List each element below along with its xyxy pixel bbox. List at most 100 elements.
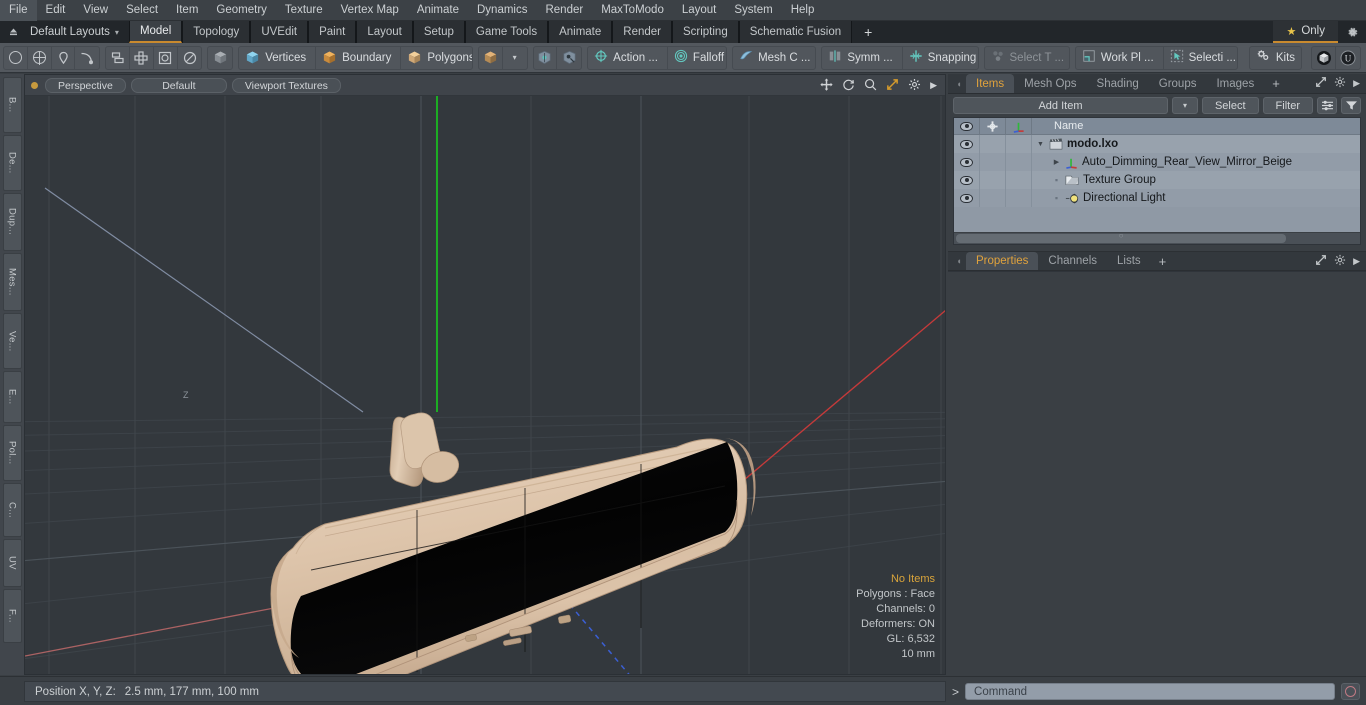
chevron-right-icon[interactable]: ▶ [1353, 78, 1360, 89]
filter-button[interactable]: Filter [1262, 97, 1313, 114]
viewport-canvas[interactable]: Y X Z Z [25, 96, 945, 674]
layout-gear-icon[interactable] [1338, 21, 1366, 43]
menu-item-texture[interactable]: Texture [276, 0, 332, 21]
row-visibility-eye-icon[interactable] [954, 135, 980, 153]
panel-menu-dot-icon[interactable]: ◖ [952, 74, 966, 93]
unreal-engine-icon[interactable]: U [1336, 47, 1360, 69]
panel-tab-images[interactable]: Images [1206, 74, 1264, 93]
items-tree-hscrollbar[interactable] [954, 232, 1360, 244]
layout-tab-topology[interactable]: Topology [182, 21, 251, 43]
command-input[interactable]: Command [965, 683, 1335, 700]
row-lock-cell[interactable] [980, 153, 1006, 171]
pan-icon[interactable] [820, 77, 833, 93]
row-lock-cell[interactable] [980, 135, 1006, 153]
stack-icon[interactable] [106, 46, 131, 69]
menu-item-render[interactable]: Render [536, 0, 592, 21]
cube-icon[interactable] [208, 47, 232, 69]
left-tab-4[interactable]: Ve... [2, 313, 22, 369]
viewport-style-dropdown[interactable]: Default [130, 77, 227, 93]
viewport-projection-dropdown[interactable]: Perspective [45, 77, 126, 93]
row-name-cell[interactable]: ▼ modo.lxo [1032, 135, 1360, 153]
add-item-dropdown-caret[interactable]: ▾ [1171, 97, 1198, 114]
left-tab-7[interactable]: C... [2, 483, 22, 537]
add-item-button[interactable]: Add Item [953, 97, 1168, 114]
panel-tab-shading[interactable]: Shading [1087, 74, 1149, 93]
center-icon[interactable] [154, 46, 178, 69]
row-visibility-eye-icon[interactable] [954, 171, 980, 189]
add-panel-tab-button[interactable]: + [1264, 74, 1288, 93]
scrollbar-thumb[interactable] [956, 234, 1286, 243]
twisty-icon[interactable]: ▼ [1036, 141, 1045, 148]
left-tab-5[interactable]: E... [2, 371, 22, 423]
properties-tab-channels[interactable]: Channels [1038, 252, 1107, 270]
menu-item-view[interactable]: View [74, 0, 117, 21]
item-cube-icon[interactable] [479, 46, 503, 69]
layout-tab-layout[interactable]: Layout [356, 21, 413, 43]
layout-tab-paint[interactable]: Paint [308, 21, 357, 43]
tool-select-t[interactable]: Select T ... [985, 47, 1069, 69]
properties-menu-dot-icon[interactable]: ◖ [952, 252, 966, 270]
tool-kits[interactable]: Kits [1250, 47, 1302, 69]
panel-gear-icon[interactable] [1334, 76, 1346, 91]
row-name-cell[interactable]: ▶ Auto_Dimming_Rear_View_Mirror_Beige [1032, 153, 1360, 171]
table-row[interactable]: ▼ modo.lxo [954, 135, 1360, 153]
tool-action[interactable]: Action ... [588, 46, 668, 69]
layout-tab-render[interactable]: Render [612, 21, 672, 43]
pen-icon[interactable] [52, 46, 76, 69]
twisty-icon[interactable]: ▶ [1052, 158, 1061, 166]
layout-tab-game-tools[interactable]: Game Tools [464, 21, 549, 43]
3d-viewport[interactable]: Perspective Default Viewport Textures ▶ … [24, 74, 946, 675]
properties-tab-lists[interactable]: Lists [1107, 252, 1151, 270]
expand-icon[interactable] [1315, 254, 1327, 269]
rotate-icon[interactable] [842, 78, 855, 93]
pivot-custom-icon[interactable] [557, 47, 581, 69]
align-icon[interactable] [130, 46, 154, 69]
panel-tab-groups[interactable]: Groups [1149, 74, 1207, 93]
home-up-icon[interactable] [0, 21, 26, 43]
item-mode-caret[interactable]: ▾ [503, 47, 527, 69]
row-transform-cell[interactable] [1006, 189, 1032, 207]
layout-tab-uvedit[interactable]: UVEdit [250, 21, 309, 43]
viewport-gear-icon[interactable] [908, 78, 921, 93]
row-transform-cell[interactable] [1006, 153, 1032, 171]
funnel-icon[interactable] [1341, 97, 1361, 114]
row-name-cell[interactable]: ▪ Texture Group [1032, 171, 1360, 189]
row-name-cell[interactable]: ▪ Directional Light [1032, 189, 1360, 207]
viewport-textures-dropdown[interactable]: Viewport Textures [231, 77, 341, 93]
layout-tab-animate[interactable]: Animate [548, 21, 613, 43]
expand-icon[interactable] [1315, 76, 1327, 91]
properties-tab-properties[interactable]: Properties [966, 252, 1039, 270]
tool-mesh-c[interactable]: Mesh C ... [733, 47, 815, 69]
tool-snapping[interactable]: Snapping [903, 47, 978, 69]
left-tab-9[interactable]: F... [2, 589, 22, 643]
add-properties-tab-button[interactable]: + [1151, 252, 1175, 270]
menu-item-geometry[interactable]: Geometry [207, 0, 276, 21]
default-layouts-dropdown[interactable]: Default Layouts ▾ [26, 21, 129, 43]
globe-icon[interactable] [28, 46, 52, 69]
maximize-icon[interactable] [886, 78, 899, 93]
menu-item-file[interactable]: File [0, 0, 37, 21]
row-lock-cell[interactable] [980, 171, 1006, 189]
table-row[interactable]: ▶ Auto_Dimming_Rear_View_Mirror_Beige [954, 153, 1360, 171]
menu-item-vertex-map[interactable]: Vertex Map [332, 0, 408, 21]
only-toggle-button[interactable]: ★ Only [1273, 21, 1338, 43]
tool-selecti[interactable]: Selecti ... [1164, 47, 1237, 69]
panel-tab-items[interactable]: Items [966, 74, 1015, 93]
menu-item-edit[interactable]: Edit [37, 0, 75, 21]
tool-work-pl[interactable]: Work Pl ... [1076, 46, 1164, 69]
row-transform-cell[interactable] [1006, 135, 1032, 153]
radial-icon[interactable] [178, 47, 202, 69]
row-visibility-eye-icon[interactable] [954, 153, 980, 171]
menu-item-system[interactable]: System [725, 0, 781, 21]
menu-item-maxtomodo[interactable]: MaxToModo [592, 0, 673, 21]
items-tree[interactable]: Name ▼ modo.lxo ▶ Auto_Dimming_Rear_View_Mi… [953, 117, 1361, 245]
menu-item-layout[interactable]: Layout [673, 0, 726, 21]
list-toggle-icon[interactable] [1317, 97, 1337, 114]
table-row[interactable]: ▪ Directional Light [954, 189, 1360, 207]
view-state-dot[interactable] [31, 81, 38, 89]
selection-mode-boundary[interactable]: Boundary [316, 46, 402, 69]
properties-gear-icon[interactable] [1334, 254, 1346, 269]
layout-tab-scripting[interactable]: Scripting [671, 21, 739, 43]
panel-tab-mesh-ops[interactable]: Mesh Ops [1014, 74, 1086, 93]
chevron-right-icon[interactable]: ▶ [930, 80, 937, 90]
